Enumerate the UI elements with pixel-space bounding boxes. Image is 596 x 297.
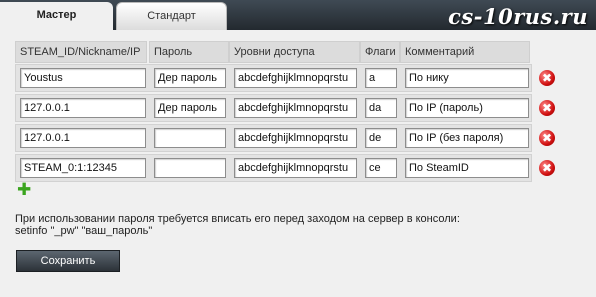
header-flags: Флаги bbox=[360, 41, 400, 63]
steam-id-input[interactable]: Youstus bbox=[20, 68, 146, 88]
flags-input[interactable]: ce bbox=[365, 158, 397, 178]
delete-x-icon[interactable]: ✖ bbox=[539, 100, 555, 116]
password-input[interactable] bbox=[154, 158, 226, 178]
comment-input[interactable]: По IP (без пароля) bbox=[405, 128, 529, 148]
delete-x-icon[interactable]: ✖ bbox=[539, 130, 555, 146]
hint-line-1: При использовании пароля требуется вписа… bbox=[15, 213, 460, 225]
hint-line-2: setinfo "_pw" "ваш_пароль" bbox=[15, 225, 153, 237]
comment-input[interactable]: По нику bbox=[405, 68, 529, 88]
tab-standard[interactable]: Стандарт bbox=[116, 2, 227, 30]
add-plus-icon[interactable]: ✚ bbox=[17, 182, 31, 199]
access-input[interactable]: abcdefghijklmnopqrstu bbox=[234, 68, 357, 88]
header-steam-id: STEAM_ID/Nickname/IP bbox=[15, 41, 147, 63]
access-input[interactable]: abcdefghijklmnopqrstu bbox=[234, 158, 357, 178]
site-watermark: cs-10rus.ru bbox=[448, 4, 588, 29]
delete-x-icon[interactable]: ✖ bbox=[539, 70, 555, 86]
table-row: STEAM_0:1:12345 abcdefghijklmnopqrstu ce… bbox=[15, 154, 532, 182]
save-button[interactable]: Сохранить bbox=[16, 250, 120, 272]
password-input[interactable]: Дер пароль bbox=[154, 98, 226, 118]
password-input[interactable]: Дер пароль bbox=[154, 68, 226, 88]
access-input[interactable]: abcdefghijklmnopqrstu bbox=[234, 128, 357, 148]
steam-id-input[interactable]: 127.0.0.1 bbox=[20, 128, 146, 148]
header-password: Пароль bbox=[149, 41, 229, 63]
table-row: Youstus Дер пароль abcdefghijklmnopqrstu… bbox=[15, 64, 532, 92]
table-row: 127.0.0.1 abcdefghijklmnopqrstu de По IP… bbox=[15, 124, 532, 152]
table-row: 127.0.0.1 Дер пароль abcdefghijklmnopqrs… bbox=[15, 94, 532, 122]
password-hint: При использовании пароля требуется вписа… bbox=[15, 213, 460, 237]
delete-x-icon[interactable]: ✖ bbox=[539, 160, 555, 176]
steam-id-input[interactable]: 127.0.0.1 bbox=[20, 98, 146, 118]
password-input[interactable] bbox=[154, 128, 226, 148]
steam-id-input[interactable]: STEAM_0:1:12345 bbox=[20, 158, 146, 178]
flags-input[interactable]: de bbox=[365, 128, 397, 148]
tab-master[interactable]: Мастер bbox=[0, 2, 113, 30]
flags-input[interactable]: da bbox=[365, 98, 397, 118]
comment-input[interactable]: По SteamID bbox=[405, 158, 529, 178]
header-comment: Комментарий bbox=[400, 41, 530, 63]
access-input[interactable]: abcdefghijklmnopqrstu bbox=[234, 98, 357, 118]
comment-input[interactable]: По IP (пароль) bbox=[405, 98, 529, 118]
header-access: Уровни доступа bbox=[229, 41, 360, 63]
flags-input[interactable]: a bbox=[365, 68, 397, 88]
